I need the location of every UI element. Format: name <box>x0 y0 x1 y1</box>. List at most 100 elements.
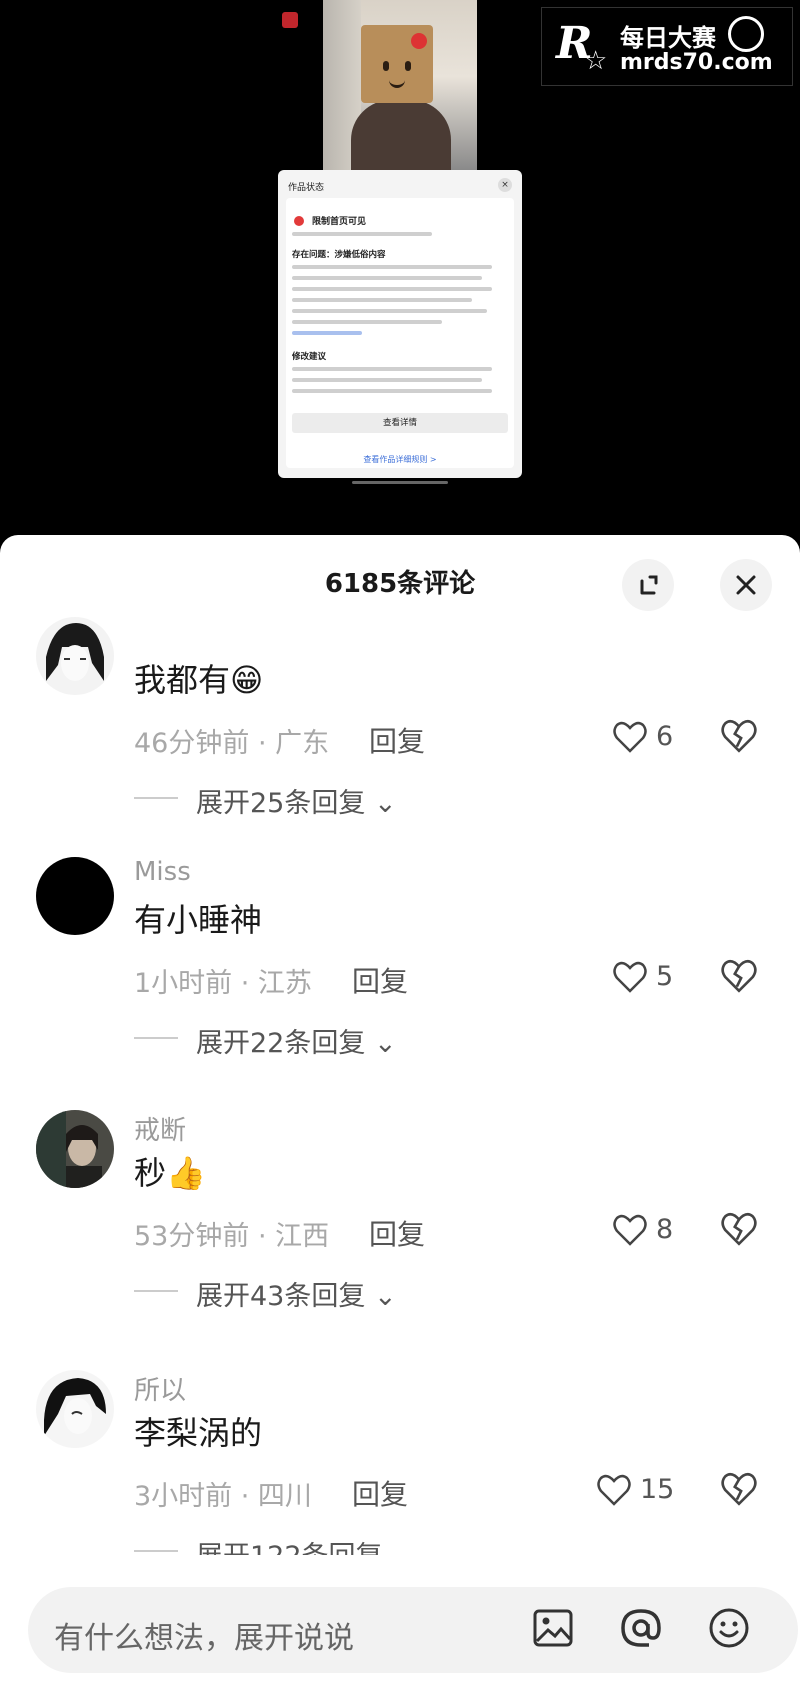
like-button[interactable]: 6 <box>612 717 682 757</box>
expand-replies-button[interactable]: 展开43条回复 ⌄ <box>196 1274 397 1313</box>
comment-item[interactable]: Miss 有小睡神 1小时前 · 江苏 回复 5 展开22条回复 ⌄ <box>0 857 800 1115</box>
expand-replies-button[interactable]: 展开22条回复 ⌄ <box>196 1021 397 1060</box>
comment-text: 我都有😁 <box>134 655 263 701</box>
warning-icon <box>294 216 304 226</box>
rules-link[interactable]: 查看作品详细规则 > <box>278 454 522 465</box>
chevron-down-icon: ⌄ <box>373 1028 397 1059</box>
grin-emoji-icon: 😁 <box>230 661 264 699</box>
comment-input[interactable]: 有什么想法，展开说说 <box>28 1587 798 1673</box>
comments-sheet: 6185条评论 我都有😁 46分钟前 · 广东 回复 6 展开25条回复 ⌄ M… <box>0 535 800 1695</box>
emoji-button[interactable] <box>704 1603 754 1653</box>
broken-heart-icon <box>721 959 757 993</box>
text-line <box>292 287 492 291</box>
comment-item[interactable]: 戒断 秒👍 53分钟前 · 江西 回复 8 展开43条回复 ⌄ <box>0 1110 800 1368</box>
comment-text: 秒👍 <box>134 1148 206 1194</box>
panel-close-button[interactable]: × <box>498 178 512 192</box>
text-link-line <box>292 331 362 335</box>
comment-meta: 53分钟前 · 江西 <box>134 1221 330 1252</box>
home-indicator <box>352 481 448 484</box>
video-frame[interactable] <box>323 0 477 170</box>
text-line <box>292 309 487 313</box>
comments-count-title: 6185条评论 <box>324 569 476 599</box>
comment-meta: 46分钟前 · 广东 <box>134 728 330 759</box>
mask-mouth <box>389 79 405 88</box>
text-line <box>292 367 492 371</box>
comment-username[interactable]: 戒断 <box>134 1110 186 1147</box>
expand-button[interactable] <box>622 559 674 611</box>
text-line <box>292 298 472 302</box>
comment-username[interactable]: 所以 <box>134 1370 186 1407</box>
reply-button[interactable]: 回复 <box>352 1473 408 1513</box>
emoji-icon <box>709 1608 749 1648</box>
avatar[interactable] <box>36 1110 114 1188</box>
comment-item[interactable]: 我都有😁 46分钟前 · 广东 回复 6 展开25条回复 ⌄ <box>0 617 800 875</box>
broken-heart-icon <box>721 1212 757 1246</box>
close-button[interactable] <box>720 559 772 611</box>
comment-text: 有小睡神 <box>134 901 263 939</box>
expand-replies-label: 展开43条回复 <box>196 1281 366 1312</box>
like-button[interactable]: 5 <box>612 957 682 997</box>
close-icon <box>736 575 756 595</box>
reply-button[interactable]: 回复 <box>369 1213 425 1253</box>
thumbs-up-emoji-icon: 👍 <box>166 1154 206 1192</box>
expand-replies-button[interactable]: 展开25条回复 ⌄ <box>196 781 397 820</box>
like-button[interactable]: 8 <box>612 1210 682 1250</box>
comment-input-bar: 有什么想法，展开说说 <box>0 1555 800 1695</box>
like-button[interactable]: 15 <box>596 1470 686 1510</box>
avatar[interactable] <box>36 617 114 695</box>
text-line <box>292 265 492 269</box>
heart-icon <box>613 1214 647 1246</box>
heart-icon <box>613 961 647 993</box>
record-icon <box>282 12 298 28</box>
like-count: 5 <box>656 961 674 992</box>
comment-text-content: 我都有 <box>134 661 231 699</box>
text-line <box>292 232 432 236</box>
watermark-logo: R ☆ 每日大赛 mrds70.com <box>541 7 793 86</box>
comment-username[interactable]: Miss <box>134 857 191 887</box>
chevron-down-icon: ⌄ <box>373 788 397 819</box>
avatar[interactable] <box>36 857 114 935</box>
reply-button[interactable]: 回复 <box>369 720 425 760</box>
reply-button[interactable]: 回复 <box>352 960 408 1000</box>
video-area[interactable]: R ☆ 每日大赛 mrds70.com 作品状态 × 限制首页可见 存在问题：涉… <box>0 0 800 535</box>
mask-sticker <box>411 33 427 49</box>
text-line <box>292 276 482 280</box>
mask-eye-left <box>383 61 389 71</box>
expand-replies-label: 展开25条回复 <box>196 788 366 819</box>
warning-title: 限制首页可见 <box>312 217 367 227</box>
heart-icon <box>597 1474 631 1506</box>
expand-divider <box>134 1037 178 1039</box>
at-icon <box>621 1609 661 1647</box>
comment-input-placeholder[interactable]: 有什么想法，展开说说 <box>54 1613 354 1657</box>
ring-icon <box>728 16 764 52</box>
dislike-button[interactable] <box>720 1470 760 1510</box>
chevron-down-icon: ⌄ <box>373 1281 397 1312</box>
expand-replies-label: 展开22条回复 <box>196 1028 366 1059</box>
expand-icon <box>640 575 658 595</box>
text-line <box>292 320 442 324</box>
like-count: 6 <box>656 721 674 752</box>
panel-title: 作品状态 <box>288 183 325 193</box>
view-details-button[interactable]: 查看详情 <box>292 413 508 433</box>
broken-heart-icon <box>721 719 757 753</box>
paper-bag-mask <box>361 25 433 103</box>
like-count: 8 <box>656 1214 674 1245</box>
work-status-panel: 作品状态 × 限制首页可见 存在问题：涉嫌低俗内容 修改建议 查看详情 查看作品… <box>278 170 522 478</box>
comment-meta: 1小时前 · 江苏 <box>134 968 312 999</box>
dislike-button[interactable] <box>720 1210 760 1250</box>
comment-meta: 3小时前 · 四川 <box>134 1481 312 1512</box>
image-button[interactable] <box>528 1603 578 1653</box>
comment-text-content: 秒 <box>134 1154 167 1192</box>
mask-eye-right <box>405 61 411 71</box>
dislike-button[interactable] <box>720 957 760 997</box>
broken-heart-icon <box>721 1472 757 1506</box>
issue-heading: 存在问题：涉嫌低俗内容 <box>292 250 386 260</box>
mention-button[interactable] <box>616 1603 666 1653</box>
star-icon: ☆ <box>584 46 608 76</box>
dislike-button[interactable] <box>720 717 760 757</box>
comment-text: 李梨涡的 <box>134 1414 263 1452</box>
expand-divider <box>134 797 178 799</box>
avatar[interactable] <box>36 1370 114 1448</box>
text-line <box>292 378 482 382</box>
text-line <box>292 389 492 393</box>
